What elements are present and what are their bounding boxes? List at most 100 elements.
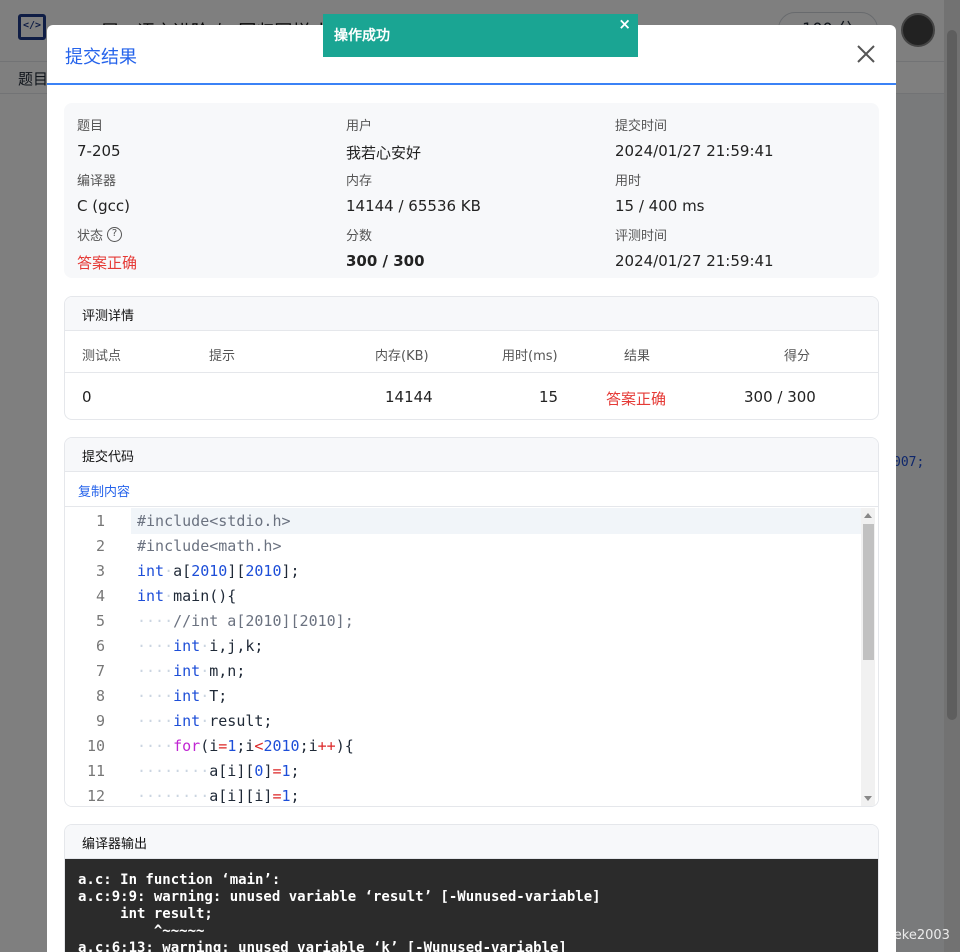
info-score: 分数 300 / 300	[346, 225, 606, 270]
label: 编译器	[77, 174, 117, 189]
label: 评测时间	[615, 229, 668, 244]
label: 用时	[615, 174, 642, 189]
info-time: 用时 15 / 400 ms	[615, 170, 875, 215]
token: //int a[2010][2010];	[173, 612, 354, 630]
dialog-title: 提交结果	[65, 47, 137, 68]
token: 1	[281, 787, 291, 805]
token: ·	[200, 687, 210, 705]
token: int	[173, 637, 201, 655]
line-number: 7	[95, 662, 105, 680]
cell-memory: 14144	[385, 388, 433, 406]
cell-time: 15	[539, 388, 559, 406]
label: 状态	[77, 229, 104, 244]
help-icon[interactable]: ?	[107, 227, 123, 242]
cell-score: 300 / 300	[744, 388, 816, 406]
compiler-output-text: a.c: In function ‘main’: a.c:9:9: warnin…	[65, 859, 878, 952]
token: int	[137, 587, 165, 605]
info-compiler: 编译器 C (gcc)	[77, 170, 337, 215]
code-line: #include<stdio.h>	[137, 512, 291, 530]
code-scroll-thumb[interactable]	[863, 524, 874, 660]
line-number: 4	[95, 587, 105, 605]
token: ·	[200, 662, 210, 680]
line-number: 12	[86, 787, 105, 805]
copy-bar: 复制内容	[65, 472, 878, 507]
toast-close-icon[interactable]: ×	[618, 15, 631, 33]
token: ········	[137, 787, 210, 805]
section-title: 提交代码	[65, 438, 878, 472]
code-scrollbar[interactable]	[861, 508, 875, 806]
submission-info: 题目 7-205 用户 我若心安好 提交时间 2024/01/27 21:59:…	[64, 103, 879, 278]
info-memory: 内存 14144 / 65536 KB	[346, 170, 606, 215]
code-line: ········a[i][0]=1;	[137, 762, 300, 780]
col-time: 用时(ms)	[502, 349, 558, 364]
label: 题目	[77, 119, 104, 134]
token: 1	[281, 762, 291, 780]
section-title: 编译器输出	[65, 825, 878, 859]
code-line: ····for(i=1;i<2010;i++){	[137, 737, 354, 755]
label: 提交时间	[615, 119, 668, 134]
value: 300 / 300	[346, 252, 425, 270]
token: int	[173, 662, 201, 680]
token: ····	[137, 662, 174, 680]
copy-content-link[interactable]: 复制内容	[78, 485, 130, 500]
scroll-up-icon[interactable]	[864, 513, 872, 518]
code-editor[interactable]: 1 2 3 4 5 6 7 8 9 10 11 12 #include<stdi…	[65, 508, 878, 806]
code-line: int·main(){	[137, 587, 237, 605]
token: ····	[137, 712, 174, 730]
close-button[interactable]	[855, 43, 877, 65]
line-number: 2	[95, 537, 105, 555]
status-value: 答案正确	[77, 254, 138, 272]
token: ····	[137, 612, 174, 630]
scroll-down-icon[interactable]	[864, 796, 872, 801]
cell-testcase: 0	[82, 388, 92, 406]
token: 1	[227, 737, 237, 755]
compiler-output: 编译器输出 a.c: In function ‘main’: a.c:9:9: …	[64, 824, 879, 952]
token: for	[173, 737, 201, 755]
token: #include<math.h>	[137, 537, 282, 555]
table-header: 测试点 提示 内存(KB) 用时(ms) 结果 得分	[65, 331, 878, 373]
success-toast: 操作成功 ×	[323, 14, 638, 57]
col-hint: 提示	[209, 349, 236, 364]
line-number: 5	[95, 612, 105, 630]
status-label: 状态?	[77, 225, 337, 244]
token: 2010	[245, 562, 282, 580]
line-number: 9	[95, 712, 105, 730]
value: 7-205	[77, 142, 121, 160]
code-line: int·a[2010][2010];	[137, 562, 300, 580]
value: 14144 / 65536 KB	[346, 197, 481, 215]
info-status: 状态? 答案正确	[77, 225, 337, 273]
line-number: 11	[86, 762, 105, 780]
token: ·	[164, 587, 174, 605]
col-testcase: 测试点	[82, 349, 122, 364]
token: 2010	[263, 737, 300, 755]
code-line: ····int·m,n;	[137, 662, 246, 680]
section-title: 评测详情	[65, 297, 878, 331]
value: 我若心安好	[346, 144, 422, 162]
info-submit-time: 提交时间 2024/01/27 21:59:41	[615, 115, 875, 160]
token: ········	[137, 762, 210, 780]
token: =	[272, 787, 282, 805]
toast-message: 操作成功	[334, 28, 390, 44]
col-result: 结果	[624, 349, 651, 364]
judge-details: 评测详情 测试点 提示 内存(KB) 用时(ms) 结果 得分 0 14144 …	[64, 296, 879, 420]
token: ····	[137, 737, 174, 755]
token: #include<stdio.h>	[137, 512, 291, 530]
code-line: ········a[i][i]=1;	[137, 787, 300, 805]
line-number: 6	[95, 637, 105, 655]
code-line: #include<math.h>	[137, 537, 282, 555]
line-number: 3	[95, 562, 105, 580]
col-score: 得分	[784, 349, 811, 364]
token: int	[173, 712, 201, 730]
code-line: ····int·result;	[137, 712, 273, 730]
code-line: ····int·T;	[137, 687, 228, 705]
line-number: 10	[86, 737, 105, 755]
token: 2010	[191, 562, 228, 580]
token: ·	[164, 562, 174, 580]
token: ·	[200, 712, 210, 730]
info-problem: 题目 7-205	[77, 115, 337, 160]
line-number: 8	[95, 687, 105, 705]
submission-result-dialog: 提交结果 题目 7-205 用户 我若心安好 提交时间 2024/01/27 2…	[47, 25, 896, 952]
token: ++	[317, 737, 336, 755]
code-line: ····//int a[2010][2010];	[137, 612, 354, 630]
token: int	[173, 687, 201, 705]
